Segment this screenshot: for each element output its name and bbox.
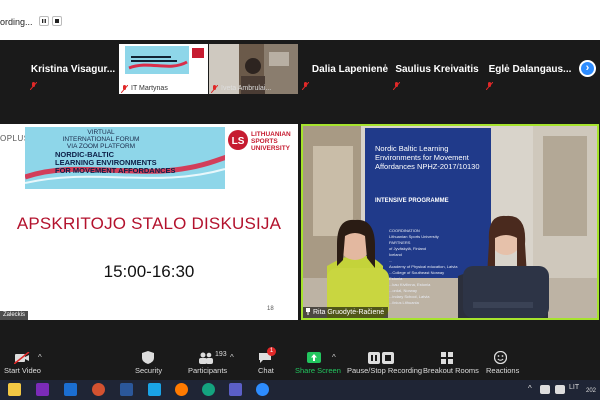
chevron-right-icon: ›	[585, 62, 590, 74]
skype-icon[interactable]	[148, 383, 161, 396]
firefox-icon[interactable]	[175, 383, 188, 396]
participants-caret-icon[interactable]: ^	[230, 353, 234, 362]
tray-chevron-icon[interactable]: ^	[528, 384, 532, 393]
participant-tile[interactable]: Iveta Ambrulai...	[209, 44, 298, 94]
banner-line: VIA ZOOM PLATFORM	[66, 143, 136, 150]
recording-label: Pause/Stop Recording	[347, 366, 423, 375]
video-off-icon	[13, 351, 30, 365]
mic-muted-icon	[30, 82, 37, 90]
participant-name: Dalia Lapenienė	[311, 64, 389, 75]
speaker-name: Rita Gruodytė-Račienė	[312, 309, 385, 316]
outlook-icon[interactable]	[64, 383, 77, 396]
university-name-line: SPORTS	[251, 138, 278, 145]
stop-icon	[55, 19, 59, 23]
participant-tile[interactable]: Eglė Dalangaus...	[484, 44, 576, 94]
participant-name: IT Martynas	[131, 85, 168, 92]
svg-text:LS: LS	[232, 136, 245, 147]
participant-name: Kristina Visagur...	[30, 64, 116, 75]
university-name: LITHUANIAN SPORTS UNIVERSITY	[251, 131, 291, 152]
share-options-caret-icon[interactable]: ^	[332, 353, 336, 362]
mic-muted-icon	[121, 85, 128, 93]
rollup-subtitle: INTENSIVE PROGRAMME	[375, 198, 449, 204]
university-name-line: LITHUANIAN	[251, 131, 291, 138]
university-name-line: UNIVERSITY	[251, 145, 291, 152]
breakout-rooms-icon	[441, 352, 453, 364]
pause-stop-icon	[368, 352, 394, 364]
shield-icon	[142, 351, 154, 364]
security-label: Security	[135, 366, 163, 375]
participant-tile[interactable]: Kristina Visagur...	[28, 44, 118, 94]
word-icon[interactable]	[120, 383, 133, 396]
pause-recording-button[interactable]	[39, 16, 49, 26]
banner-line: INTERNATIONAL FORUM	[62, 136, 140, 143]
zoom-icon[interactable]	[256, 383, 269, 396]
mic-muted-icon	[302, 82, 309, 90]
share-screen-icon	[307, 352, 321, 363]
start-video-label: Start Video	[4, 366, 41, 375]
recording-status: ording...	[0, 17, 33, 27]
rollup-title: Nordic Baltic Learning Environments for …	[375, 144, 480, 171]
powerpoint-icon[interactable]	[92, 383, 105, 396]
reactions-label: Reactions	[486, 366, 520, 375]
volume-icon[interactable]	[555, 385, 565, 394]
smiley-icon	[493, 350, 508, 365]
stop-recording-button[interactable]	[52, 16, 62, 26]
rollup-partners: COORDINATION Lithuanian Sports Universit…	[389, 228, 481, 306]
banner-subtitle: VIRTUAL INTERNATIONAL FORUM VIA ZOOM PLA…	[61, 129, 141, 150]
rollup-line: ...ilnius Lithuania	[389, 300, 419, 305]
onenote-icon[interactable]	[36, 383, 49, 396]
windows-taskbar	[0, 380, 600, 400]
participant-tile[interactable]: Dalia Lapenienė	[300, 44, 400, 94]
forum-banner: VIRTUAL INTERNATIONAL FORUM VIA ZOOM PLA…	[25, 127, 291, 189]
teams-icon[interactable]	[229, 383, 242, 396]
participant-tile[interactable]: IT Martynas	[119, 44, 208, 94]
network-icon[interactable]	[540, 385, 550, 394]
participant-name: Eglė Dalangaus...	[488, 64, 572, 75]
banner-title: NORDIC-BALTIC LEARNING ENVIRONMENTS FOR …	[55, 151, 176, 175]
video-options-caret-icon[interactable]: ^	[38, 353, 42, 362]
chat-label: Chat	[258, 366, 274, 375]
participants-icon	[199, 352, 213, 364]
mic-muted-icon	[393, 82, 400, 90]
language-indicator[interactable]: LIT	[569, 384, 579, 391]
speaker-name-tag: Rita Gruodytė-Račienė	[303, 307, 389, 318]
clock-year[interactable]: 202	[586, 388, 596, 394]
active-speaker-video[interactable]: Nordic Baltic Learning Environments for …	[301, 124, 599, 320]
file-explorer-icon[interactable]	[8, 383, 21, 396]
participant-name: Iveta Ambrulai...	[221, 85, 272, 92]
chat-unread-badge: 1	[267, 347, 276, 356]
banner-title-line: FOR MOVEMENT AFFORDANCES	[55, 166, 176, 175]
breakout-rooms-label: Breakout Rooms	[423, 366, 479, 375]
participant-tile[interactable]: Saulius Kreivaitis	[391, 44, 483, 94]
university-logo-icon: LS	[228, 130, 248, 150]
slide-title: APSKRITOJO STALO DISKUSIJA	[16, 214, 282, 233]
mic-muted-icon	[486, 82, 493, 90]
slide-time: 15:00-16:30	[103, 262, 195, 281]
edge-icon[interactable]	[202, 383, 215, 396]
pin-icon	[306, 308, 310, 315]
mic-muted-icon	[211, 85, 218, 93]
pause-icon	[42, 19, 46, 23]
presenter-name-tag: Zaleckis	[0, 311, 29, 320]
participant-name: Saulius Kreivaitis	[395, 64, 479, 75]
slide-page-number: 18	[267, 306, 274, 312]
banner-line: VIRTUAL	[87, 129, 115, 136]
recording-bar	[0, 0, 600, 40]
participants-count: 193	[215, 351, 227, 358]
share-screen-label: Share Screen	[295, 366, 341, 375]
next-page-button[interactable]: ›	[579, 60, 596, 77]
participants-label: Participants	[188, 366, 228, 375]
